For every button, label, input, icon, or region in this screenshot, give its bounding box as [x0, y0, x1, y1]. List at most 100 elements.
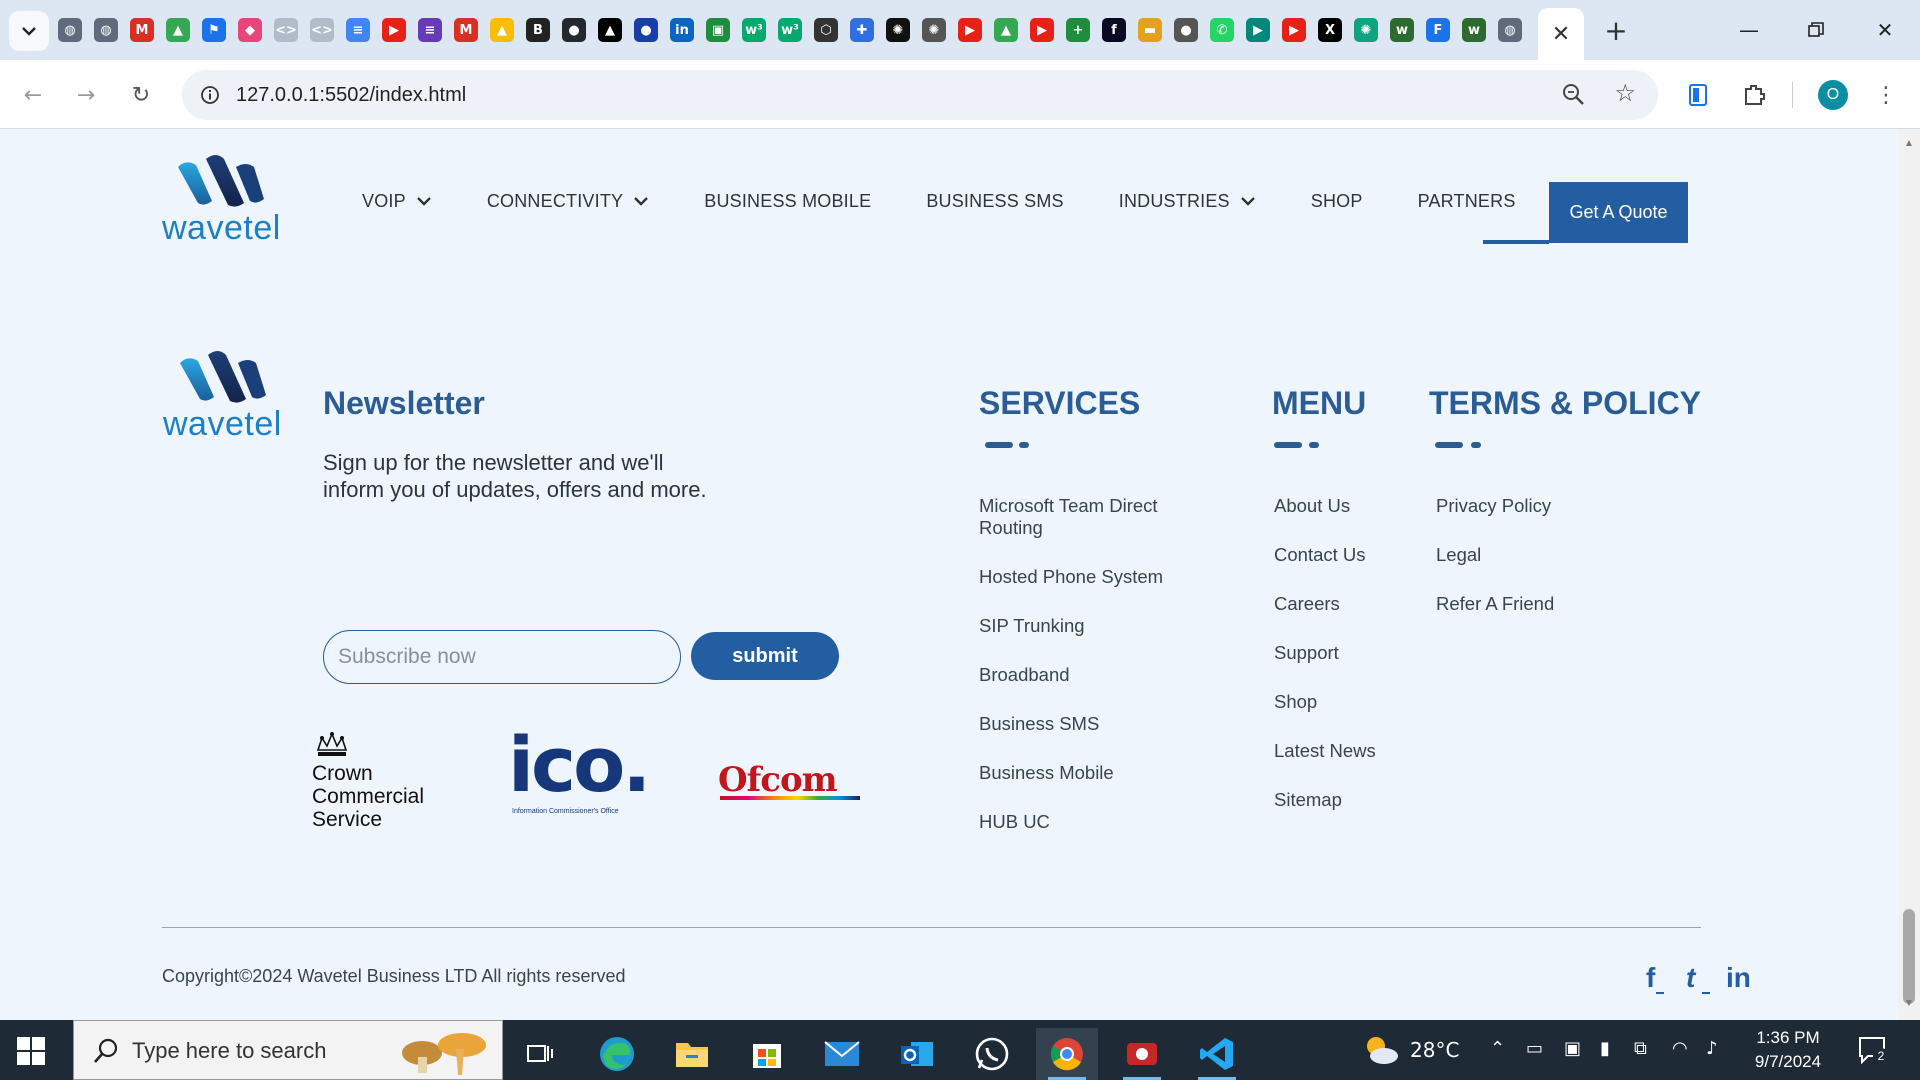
- scroll-down-icon[interactable]: ▼: [1903, 999, 1915, 1009]
- codepen-icon[interactable]: ⬡: [814, 18, 838, 42]
- vercel-icon[interactable]: ▲: [598, 18, 622, 42]
- menu-link[interactable]: About Us: [1274, 495, 1350, 517]
- mail-icon[interactable]: [811, 1028, 873, 1080]
- file-explorer-icon[interactable]: [661, 1028, 723, 1080]
- github-icon[interactable]: ●: [562, 18, 586, 42]
- graduation-icon[interactable]: ▬: [1138, 18, 1162, 42]
- youtube-icon[interactable]: ▶: [1282, 18, 1306, 42]
- bookmark-star-icon[interactable]: ☆: [1614, 79, 1636, 107]
- w3schools-icon[interactable]: w³: [778, 18, 802, 42]
- task-view-icon[interactable]: [509, 1028, 571, 1080]
- services-link[interactable]: Business SMS: [979, 713, 1189, 735]
- terms-link[interactable]: Privacy Policy: [1436, 495, 1551, 517]
- new-tab-button[interactable]: +: [1600, 14, 1632, 47]
- nav-item-shop[interactable]: SHOP: [1311, 191, 1363, 212]
- forms-icon[interactable]: ≡: [418, 18, 442, 42]
- bold-icon[interactable]: B: [526, 18, 550, 42]
- whatsapp-icon[interactable]: [961, 1028, 1023, 1080]
- volume-icon[interactable]: ♪: [1706, 1038, 1718, 1059]
- page-scrollbar[interactable]: ▲ ▼: [1898, 129, 1920, 1020]
- drive-icon[interactable]: ▲: [994, 18, 1018, 42]
- back-button[interactable]: ←: [15, 77, 51, 113]
- profile-avatar[interactable]: O: [1818, 80, 1848, 110]
- screen-recorder-icon[interactable]: [1111, 1028, 1173, 1080]
- chrome-icon[interactable]: [1036, 1028, 1098, 1080]
- nav-item-business-mobile[interactable]: BUSINESS MOBILE: [704, 191, 871, 212]
- youtube-icon[interactable]: ▶: [382, 18, 406, 42]
- facebook-icon[interactable]: f: [1646, 962, 1655, 994]
- vscode-icon[interactable]: [1186, 1028, 1248, 1080]
- weather-cloud-sun-icon[interactable]: [1362, 1034, 1400, 1066]
- gmail-icon[interactable]: M: [454, 18, 478, 42]
- taskbar-search[interactable]: Type here to search: [73, 1020, 503, 1080]
- microphone-icon[interactable]: ▮: [1600, 1038, 1610, 1059]
- site-info-icon[interactable]: [196, 81, 224, 109]
- services-link[interactable]: SIP Trunking: [979, 615, 1189, 637]
- tab-search-button[interactable]: [9, 11, 49, 51]
- youtube-icon[interactable]: ▶: [1030, 18, 1054, 42]
- globe-icon[interactable]: ◍: [94, 18, 118, 42]
- menu-link[interactable]: Contact Us: [1274, 544, 1366, 566]
- screen-record-status-icon[interactable]: ⧉: [1634, 1038, 1647, 1059]
- get-a-quote-button[interactable]: Get A Quote: [1549, 182, 1688, 243]
- globe-icon[interactable]: ◍: [58, 18, 82, 42]
- drive-icon[interactable]: ▲: [490, 18, 514, 42]
- meet-icon[interactable]: ▶: [1246, 18, 1270, 42]
- openai-icon[interactable]: ✺: [1354, 18, 1378, 42]
- youtube-icon[interactable]: ▶: [958, 18, 982, 42]
- subscribe-input[interactable]: Subscribe now: [323, 630, 681, 684]
- freecodecamp-icon[interactable]: f: [1102, 18, 1126, 42]
- restore-button[interactable]: [1796, 12, 1836, 48]
- dot-icon[interactable]: ●: [634, 18, 658, 42]
- battery-icon[interactable]: ▭: [1526, 1038, 1543, 1059]
- w-icon[interactable]: w: [1390, 18, 1414, 42]
- w3schools-icon[interactable]: w³: [742, 18, 766, 42]
- nav-item-voip[interactable]: VOIP: [362, 191, 432, 212]
- terms-link[interactable]: Refer A Friend: [1436, 593, 1554, 615]
- globe-icon[interactable]: ◍: [1498, 18, 1522, 42]
- scroll-up-icon[interactable]: ▲: [1903, 139, 1915, 149]
- system-clock[interactable]: 1:36 PM 9/7/2024: [1738, 1026, 1838, 1074]
- code-icon[interactable]: <>: [310, 18, 334, 42]
- menu-link[interactable]: Sitemap: [1274, 789, 1342, 811]
- browser-menu-icon[interactable]: ⋮: [1868, 77, 1904, 113]
- chevron-up-icon[interactable]: ⌃: [1490, 1038, 1505, 1059]
- drive-icon[interactable]: ▲: [166, 18, 190, 42]
- code-icon[interactable]: <>: [274, 18, 298, 42]
- menu-link[interactable]: Careers: [1274, 593, 1340, 615]
- docs-icon[interactable]: ≡: [346, 18, 370, 42]
- avatar-icon[interactable]: ●: [1174, 18, 1198, 42]
- menu-link[interactable]: Shop: [1274, 691, 1317, 713]
- services-link[interactable]: Hosted Phone System: [979, 566, 1189, 588]
- reading-mode-icon[interactable]: [1680, 77, 1716, 113]
- wifi-icon[interactable]: ◠: [1672, 1038, 1688, 1059]
- store-icon[interactable]: [736, 1028, 798, 1080]
- reload-button[interactable]: ↻: [123, 77, 159, 113]
- scroll-thumb[interactable]: [1903, 909, 1915, 1004]
- whatsapp-icon[interactable]: ✆: [1210, 18, 1234, 42]
- services-link[interactable]: HUB UC: [979, 811, 1189, 833]
- services-link[interactable]: Broadband: [979, 664, 1189, 686]
- terms-link[interactable]: Legal: [1436, 544, 1481, 566]
- address-bar[interactable]: 127.0.0.1:5502/index.html ☆: [182, 70, 1658, 120]
- puzzle-icon[interactable]: ✚: [850, 18, 874, 42]
- linkedin-icon[interactable]: in: [670, 18, 694, 42]
- zoom-icon[interactable]: [1560, 81, 1588, 109]
- flag-icon[interactable]: ⚑: [202, 18, 226, 42]
- gmail-icon[interactable]: M: [130, 18, 154, 42]
- nav-item-connectivity[interactable]: CONNECTIVITY: [487, 191, 649, 212]
- url-text[interactable]: 127.0.0.1:5502/index.html: [236, 84, 466, 107]
- windows-start-icon[interactable]: [16, 1036, 46, 1066]
- nav-item-business-sms[interactable]: BUSINESS SMS: [926, 191, 1063, 212]
- outlook-icon[interactable]: [886, 1028, 948, 1080]
- image-icon[interactable]: ▣: [706, 18, 730, 42]
- nav-item-partners[interactable]: PARTNERS: [1418, 191, 1516, 212]
- w-icon[interactable]: w: [1462, 18, 1486, 42]
- menu-link[interactable]: Latest News: [1274, 740, 1376, 762]
- x-icon[interactable]: X: [1318, 18, 1342, 42]
- nav-item-industries[interactable]: INDUSTRIES: [1119, 191, 1256, 212]
- chatgpt-icon[interactable]: ✺: [886, 18, 910, 42]
- cube-icon[interactable]: ◆: [238, 18, 262, 42]
- services-link[interactable]: Business Mobile: [979, 762, 1189, 784]
- linkedin-icon[interactable]: in: [1726, 962, 1751, 994]
